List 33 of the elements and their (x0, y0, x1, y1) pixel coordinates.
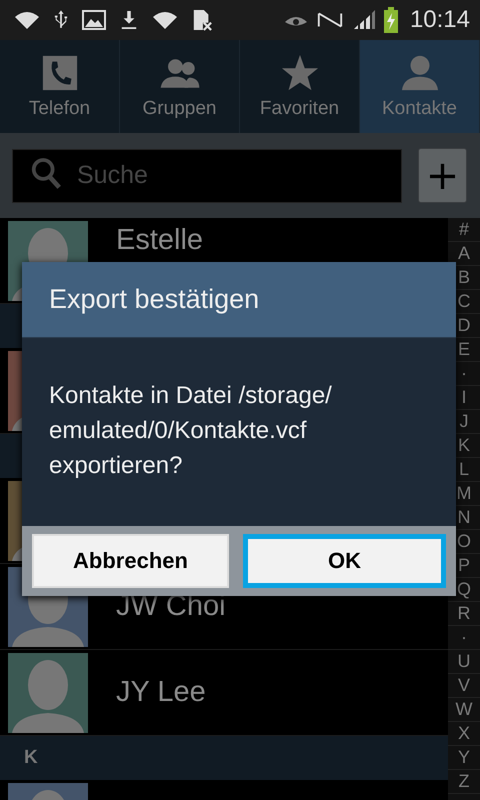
index-letter[interactable]: X (448, 722, 480, 746)
tab[interactable]: Telefon (0, 40, 120, 133)
index-letter[interactable]: Z (448, 770, 480, 794)
battery-icon (384, 7, 398, 33)
index-letter[interactable]: Y (448, 746, 480, 770)
usb-icon (54, 9, 68, 31)
star-icon (280, 54, 320, 92)
index-letter[interactable]: # (448, 218, 480, 242)
person-icon (400, 54, 440, 92)
signal-icon (352, 9, 376, 31)
clock-time: 10:14 (410, 6, 470, 34)
dialog-button[interactable]: OK (243, 534, 446, 588)
wifi-icon (152, 10, 178, 30)
index-letter[interactable]: W (448, 698, 480, 722)
dialog-button[interactable]: Abbrechen (32, 534, 229, 588)
section-letter: K (24, 747, 38, 769)
dialog-message: Kontakte in Datei /storage/ emulated/0/Kontakte.vcf exportieren? (49, 381, 333, 481)
wifi-icon (14, 10, 40, 30)
contact-name: JY Lee (116, 676, 206, 709)
phone-icon (40, 54, 78, 92)
add-button[interactable]: + (418, 148, 467, 203)
sim-card-icon (192, 8, 212, 32)
index-letter[interactable]: V (448, 674, 480, 698)
contact-row[interactable]: JY Lee (0, 650, 448, 736)
index-letter[interactable]: · (448, 626, 480, 650)
tab[interactable]: Kontakte (360, 40, 480, 133)
contact-name: Estelle (116, 224, 204, 257)
image-icon (82, 10, 106, 30)
index-letter[interactable]: R (448, 602, 480, 626)
dialog-title: Export bestätigen (22, 262, 456, 338)
index-letter[interactable]: U (448, 650, 480, 674)
search-field[interactable]: Suche (12, 148, 402, 202)
download-icon (120, 9, 138, 31)
